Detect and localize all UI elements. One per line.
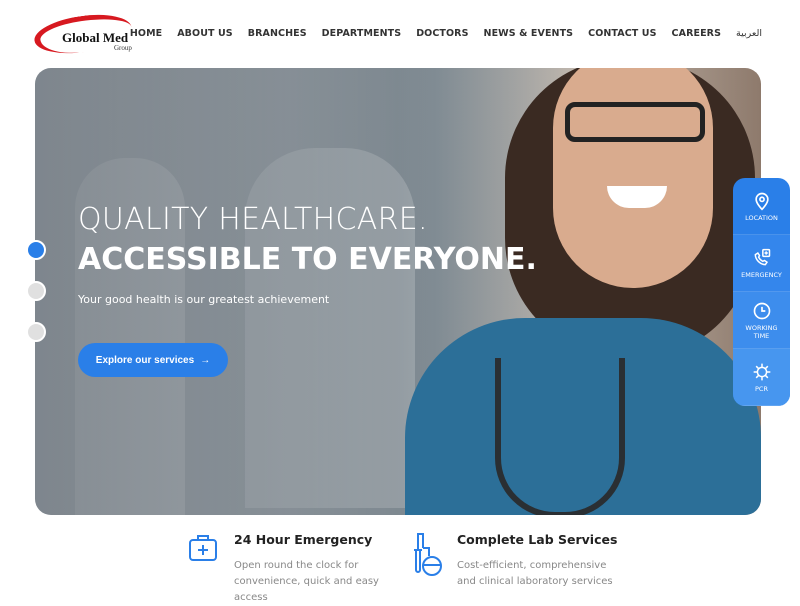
location-pin-icon <box>754 192 769 211</box>
quick-link-emergency[interactable]: EMERGENCY <box>733 235 790 292</box>
feature-text: Open round the clock for convenience, qu… <box>234 560 379 603</box>
slide-dot-3[interactable] <box>26 322 46 342</box>
slide-dot-1[interactable] <box>26 240 46 260</box>
quick-link-working-time[interactable]: WORKING TIME <box>733 292 790 349</box>
nav-branches[interactable]: BRANCHES <box>248 28 307 39</box>
nav-contact[interactable]: CONTACT US <box>588 28 656 39</box>
feature-title: 24 Hour Emergency <box>234 532 373 547</box>
doctor-face <box>553 68 713 288</box>
hero-title-line1: QUALITY HEALTHCARE. <box>78 202 428 237</box>
nav-departments[interactable]: DEPARTMENTS <box>322 28 402 39</box>
nav-arabic[interactable]: العربية <box>736 28 762 39</box>
feature-title: Complete Lab Services <box>457 532 618 547</box>
hero-subtitle: Your good health is our greatest achieve… <box>78 293 330 306</box>
nav-home[interactable]: HOME <box>130 28 162 39</box>
nav-news[interactable]: NEWS & EVENTS <box>484 28 574 39</box>
quick-link-label: PCR <box>755 384 768 393</box>
virus-icon <box>753 363 770 380</box>
logo-sub: Group <box>114 44 132 52</box>
stethoscope <box>495 358 625 515</box>
clock-icon <box>753 302 770 319</box>
phone-plus-icon <box>754 248 770 265</box>
quick-link-label: EMERGENCY <box>741 270 782 279</box>
nav-about[interactable]: ABOUT US <box>177 28 233 39</box>
quick-link-location[interactable]: LOCATION <box>733 178 790 235</box>
nav-doctors[interactable]: DOCTORS <box>416 28 468 39</box>
quick-link-label: WORKING TIME <box>745 323 778 340</box>
explore-services-button[interactable]: Explore our services → <box>78 343 228 377</box>
feature-text: Cost-efficient, comprehensive and clinic… <box>457 560 613 587</box>
quick-link-pcr[interactable]: PCR <box>733 349 790 406</box>
quick-links-panel: LOCATION EMERGENCY WORKING TIME PCR <box>733 178 790 406</box>
first-aid-kit-icon <box>189 535 217 561</box>
main-nav: HOME ABOUT US BRANCHES DEPARTMENTS DOCTO… <box>130 28 762 39</box>
nav-careers[interactable]: CAREERS <box>672 28 721 39</box>
cta-label: Explore our services <box>95 354 195 366</box>
arrow-right-icon: → <box>200 354 211 366</box>
lab-flask-icon <box>414 533 442 576</box>
hero-banner <box>35 68 761 515</box>
hero-title-line2: ACCESSIBLE TO EVERYONE. <box>78 242 537 277</box>
quick-link-label: LOCATION <box>745 213 778 222</box>
doctor-glasses <box>565 102 705 142</box>
slide-dot-2[interactable] <box>26 281 46 301</box>
logo[interactable]: Global Med Group <box>31 9 135 59</box>
